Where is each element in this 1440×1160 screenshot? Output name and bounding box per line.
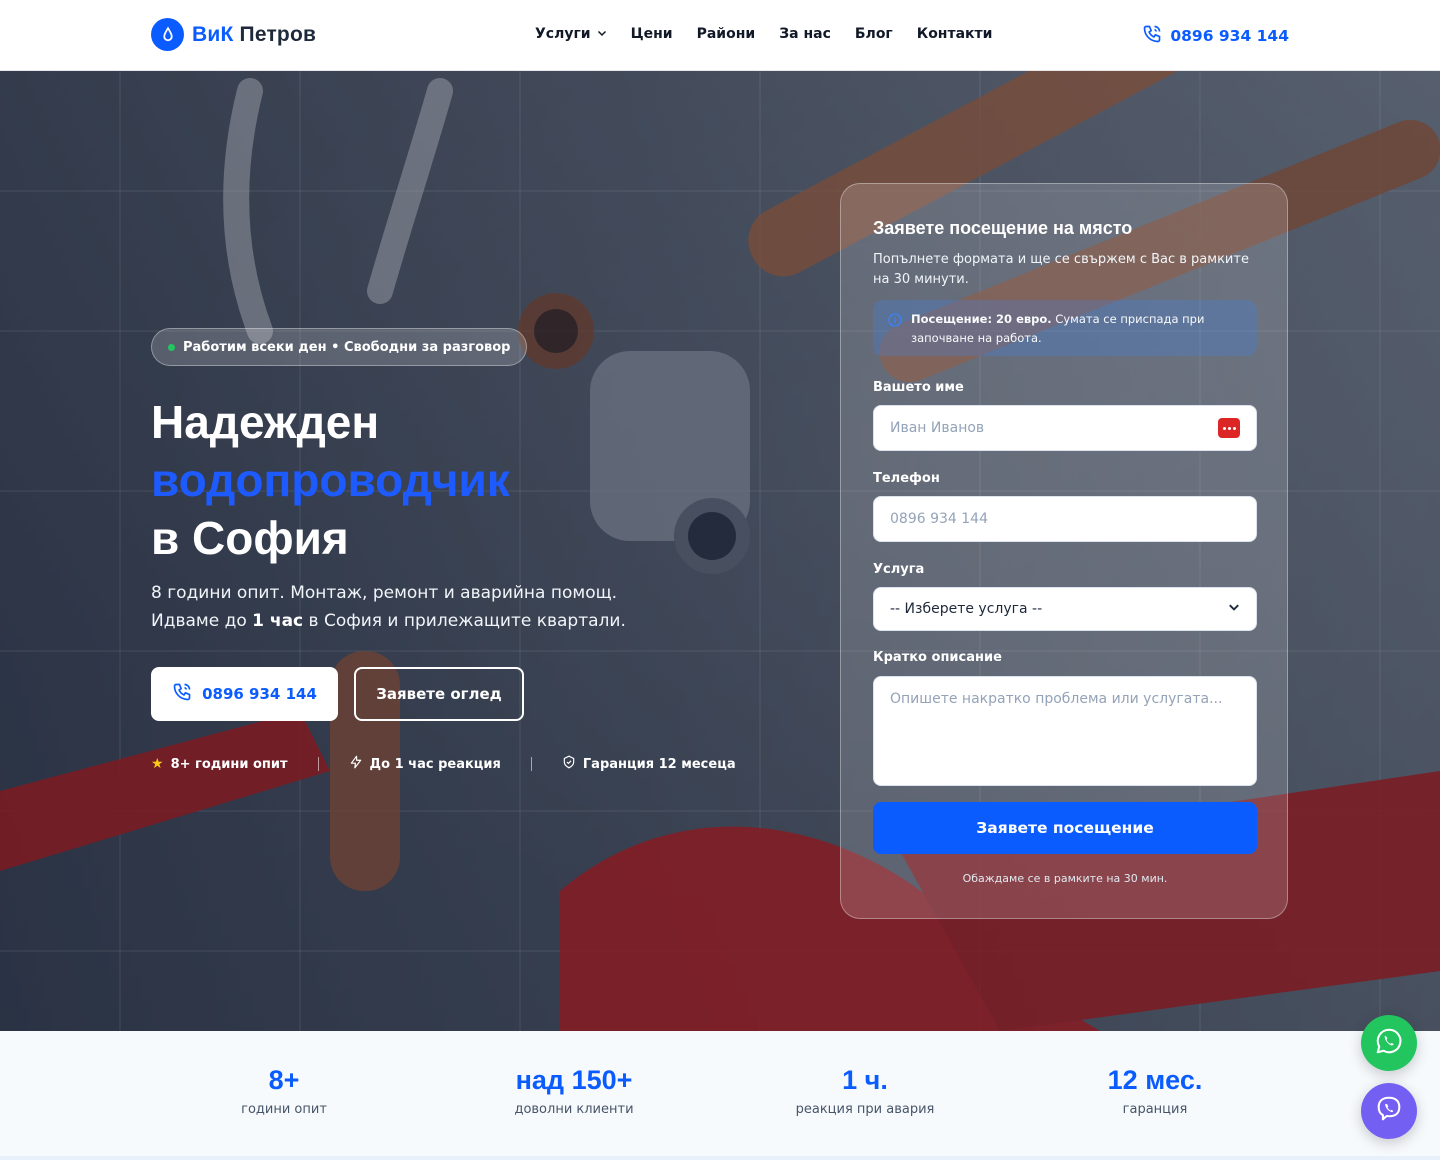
- stat-label: години опит: [241, 1102, 327, 1117]
- stat-value: над 150+: [515, 1065, 633, 1095]
- hero-title-line3: в София: [151, 512, 349, 564]
- hero-section: Работим всеки ден • Свободни за разговор…: [0, 71, 1440, 1031]
- stat-warranty: 12 мес. гаранция: [1045, 1065, 1265, 1117]
- visit-fee-bold: Посещение: 20 евро.: [911, 312, 1052, 326]
- chevron-down-icon: [1228, 601, 1240, 617]
- feature-label: 8+ години опит: [170, 756, 288, 772]
- phone-label: Телефон: [873, 471, 940, 486]
- visit-request-form: Заявете посещение на място Попълнете фор…: [840, 183, 1288, 919]
- hero-title: Надежден водопроводчик в София: [151, 393, 510, 567]
- whatsapp-icon: [1374, 1026, 1404, 1060]
- brand-part1: ВиК: [192, 22, 234, 46]
- call-button[interactable]: 0896 934 144: [151, 667, 338, 721]
- lead-prefix: Идваме до: [151, 611, 253, 631]
- nav-item-contacts[interactable]: Контакти: [917, 26, 993, 42]
- submit-label: Заявете посещение: [976, 819, 1154, 837]
- visit-fee-notice: Посещение: 20 евро. Сумата се приспада п…: [873, 300, 1257, 356]
- inspection-button[interactable]: Заявете оглед: [354, 667, 524, 721]
- visit-fee-text: Посещение: 20 евро. Сумата се приспада п…: [911, 310, 1243, 348]
- form-title: Заявете посещение на място: [873, 218, 1133, 238]
- feature-label: Гаранция 12 месеца: [582, 756, 736, 772]
- nav-label: Контакти: [916, 26, 993, 42]
- stat-value: 12 мес.: [1107, 1065, 1203, 1095]
- nav-label: Цени: [630, 26, 673, 42]
- phone-icon: [1142, 24, 1162, 48]
- stat-label: гаранция: [1122, 1102, 1188, 1117]
- inspection-button-label: Заявете оглед: [376, 685, 502, 703]
- nav-label: Блог: [854, 26, 893, 42]
- stat-label: реакция при авария: [795, 1102, 935, 1117]
- nav-item-districts[interactable]: Райони: [697, 26, 756, 42]
- info-icon: [887, 312, 903, 334]
- stats-bar: 8+ години опит над 150+ доволни клиенти …: [0, 1031, 1440, 1160]
- site-header: ВиК Петров Услуги Цени Райони За нас Бло…: [0, 0, 1440, 71]
- password-manager-icon[interactable]: [1218, 418, 1240, 438]
- hero-features: ★ 8+ години опит До 1 час реакция Гаранц…: [151, 755, 736, 773]
- nav-label: Райони: [696, 26, 756, 42]
- whatsapp-button[interactable]: [1361, 1015, 1417, 1071]
- hero-lead-line1: 8 години опит. Монтаж, ремонт и аварийна…: [151, 583, 618, 603]
- phone-icon: [172, 682, 192, 706]
- hero-lead-line2: Идваме до 1 час в София и прилежащите кв…: [151, 607, 671, 635]
- nav-item-blog[interactable]: Блог: [855, 26, 893, 42]
- status-dot: [168, 343, 175, 351]
- stat-label: доволни клиенти: [514, 1102, 634, 1117]
- header-phone-number: 0896 934 144: [1170, 27, 1289, 45]
- description-placeholder: Опишете накратко проблема или услугата..…: [890, 691, 1223, 707]
- form-note: Обаждаме се в рамките на 30 мин.: [962, 872, 1168, 885]
- phone-placeholder: 0896 934 144: [890, 511, 988, 527]
- stat-value: 1 ч.: [842, 1065, 888, 1095]
- feature-label: До 1 час реакция: [369, 756, 501, 772]
- service-selected: -- Изберете услуга --: [890, 601, 1043, 617]
- stat-clients: над 150+ доволни клиенти: [464, 1065, 684, 1117]
- name-label: Вашето име: [873, 380, 964, 395]
- nav-item-prices[interactable]: Цени: [631, 26, 673, 42]
- name-input[interactable]: Иван Иванов: [873, 405, 1257, 451]
- brand-name: ВиК Петров: [192, 23, 316, 47]
- droplet-icon: [151, 18, 184, 51]
- service-select[interactable]: -- Изберете услуга --: [873, 587, 1257, 631]
- viber-button[interactable]: [1361, 1083, 1417, 1139]
- lead-suffix: в София и прилежащите квартали.: [303, 611, 626, 631]
- phone-input[interactable]: 0896 934 144: [873, 496, 1257, 542]
- feature-divider: [317, 757, 319, 771]
- name-placeholder: Иван Иванов: [890, 420, 985, 436]
- nav-label: За нас: [779, 26, 831, 42]
- shield-icon: [562, 755, 576, 773]
- nav-item-services[interactable]: Услуги: [535, 26, 607, 42]
- nav-item-about[interactable]: За нас: [779, 26, 831, 42]
- form-subtitle: Попълнете формата и ще се свържем с Вас …: [873, 252, 1249, 287]
- header-phone-link[interactable]: 0896 934 144: [1142, 24, 1289, 48]
- call-button-label: 0896 934 144: [202, 685, 317, 703]
- hero-lead: 8 години опит. Монтаж, ремонт и аварийна…: [151, 579, 671, 635]
- submit-button[interactable]: Заявете посещение: [873, 802, 1257, 854]
- hero-title-accent: водопроводчик: [151, 454, 510, 506]
- main-nav: Услуги Цени Райони За нас Блог Контакти: [535, 26, 992, 42]
- lead-bold: 1 час: [252, 611, 304, 631]
- viber-icon: [1374, 1094, 1404, 1128]
- description-label: Кратко описание: [873, 650, 1002, 665]
- feature-experience: ★ 8+ години опит: [151, 756, 288, 772]
- description-textarea[interactable]: Опишете накратко проблема или услугата..…: [873, 676, 1257, 786]
- service-label: Услуга: [873, 562, 925, 577]
- stat-response: 1 ч. реакция при авария: [755, 1065, 975, 1117]
- chevron-down-icon: [597, 26, 607, 42]
- hero-title-line1: Надежден: [151, 396, 380, 448]
- availability-badge: Работим всеки ден • Свободни за разговор: [151, 328, 528, 366]
- feature-warranty: Гаранция 12 месеца: [562, 755, 736, 773]
- stat-value: 8+: [268, 1065, 300, 1095]
- feature-response: До 1 час реакция: [349, 755, 501, 773]
- nav-label: Услуги: [535, 26, 591, 42]
- brand-part2: Петров: [239, 22, 317, 46]
- stat-experience: 8+ години опит: [174, 1065, 394, 1117]
- feature-divider: [530, 757, 532, 771]
- logo[interactable]: ВиК Петров: [151, 18, 316, 51]
- badge-text: Работим всеки ден • Свободни за разговор: [183, 339, 511, 355]
- star-icon: ★: [151, 756, 164, 772]
- bolt-icon: [349, 755, 363, 773]
